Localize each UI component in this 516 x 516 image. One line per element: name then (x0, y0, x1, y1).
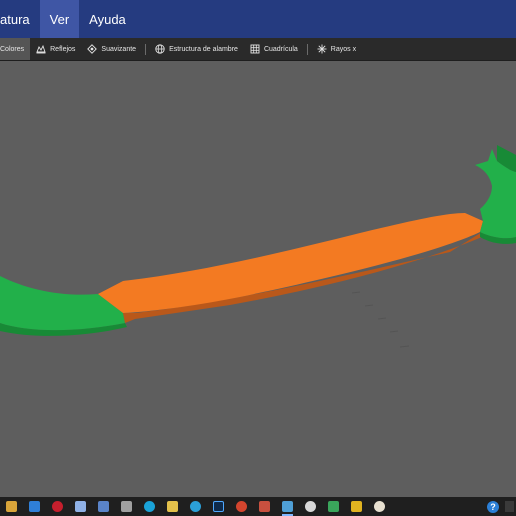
mosaic-app-icon[interactable] (259, 501, 270, 512)
model-canvas (0, 145, 516, 348)
app-icon[interactable] (374, 501, 385, 512)
rayos-label: Rayos x (330, 45, 357, 53)
reflejos-toggle[interactable]: Reflejos (30, 38, 81, 60)
reflejos-label: Reflejos (50, 45, 76, 53)
suavizante-label: Suavizante (101, 45, 137, 53)
menu-bar: atura Ver Ayuda (0, 0, 516, 38)
grid-icon (250, 44, 260, 54)
colores-label: Colores (0, 45, 25, 53)
system-tray[interactable] (505, 501, 514, 512)
browser-icon[interactable] (236, 501, 247, 512)
toolbar-divider (145, 43, 147, 55)
terminal-icon[interactable] (282, 501, 293, 516)
view-toolbar: Colores Reflejos Suavizante Estructura d… (0, 38, 516, 61)
cuadricula-toggle[interactable]: Cuadrícula (244, 38, 304, 60)
xray-icon (317, 44, 327, 54)
estructura-label: Estructura de alambre (169, 45, 238, 53)
cura-icon[interactable] (144, 501, 155, 512)
menu-item-ayuda[interactable]: Ayuda (79, 0, 136, 38)
opera-icon[interactable] (52, 501, 63, 512)
grid-marks (351, 291, 410, 348)
paint-icon[interactable] (167, 501, 178, 512)
menu-item-apertura[interactable]: atura (0, 0, 40, 38)
calculator-icon[interactable] (121, 501, 132, 512)
document-icon[interactable] (98, 501, 109, 512)
smoothing-icon (87, 44, 98, 54)
rayos-x-toggle[interactable]: Rayos x (311, 38, 362, 60)
app-icon[interactable] (328, 501, 339, 512)
help-icon[interactable]: ? (487, 501, 499, 513)
photoshop-icon[interactable] (213, 501, 224, 512)
notes-icon[interactable] (75, 501, 86, 512)
orange-bar (98, 213, 483, 313)
3d-viewer-icon[interactable] (305, 501, 316, 512)
app-icon[interactable] (351, 501, 362, 512)
menu-item-ver[interactable]: Ver (39, 0, 80, 38)
estructura-alambre-toggle[interactable]: Estructura de alambre (149, 38, 244, 60)
wireframe-globe-icon (155, 44, 165, 54)
left-clip (0, 276, 125, 331)
toolbar-divider (306, 43, 308, 55)
mail-icon[interactable] (29, 501, 40, 512)
cuadricula-label: Cuadrícula (263, 45, 298, 53)
colores-toggle[interactable]: Colores (0, 38, 31, 60)
taskbar: ? (0, 497, 516, 516)
3d-viewport[interactable] (0, 61, 516, 497)
suavizante-toggle[interactable]: Suavizante (81, 38, 142, 60)
file-explorer-icon[interactable] (6, 501, 17, 512)
reflections-icon (36, 44, 46, 54)
edge-icon[interactable] (190, 501, 201, 512)
